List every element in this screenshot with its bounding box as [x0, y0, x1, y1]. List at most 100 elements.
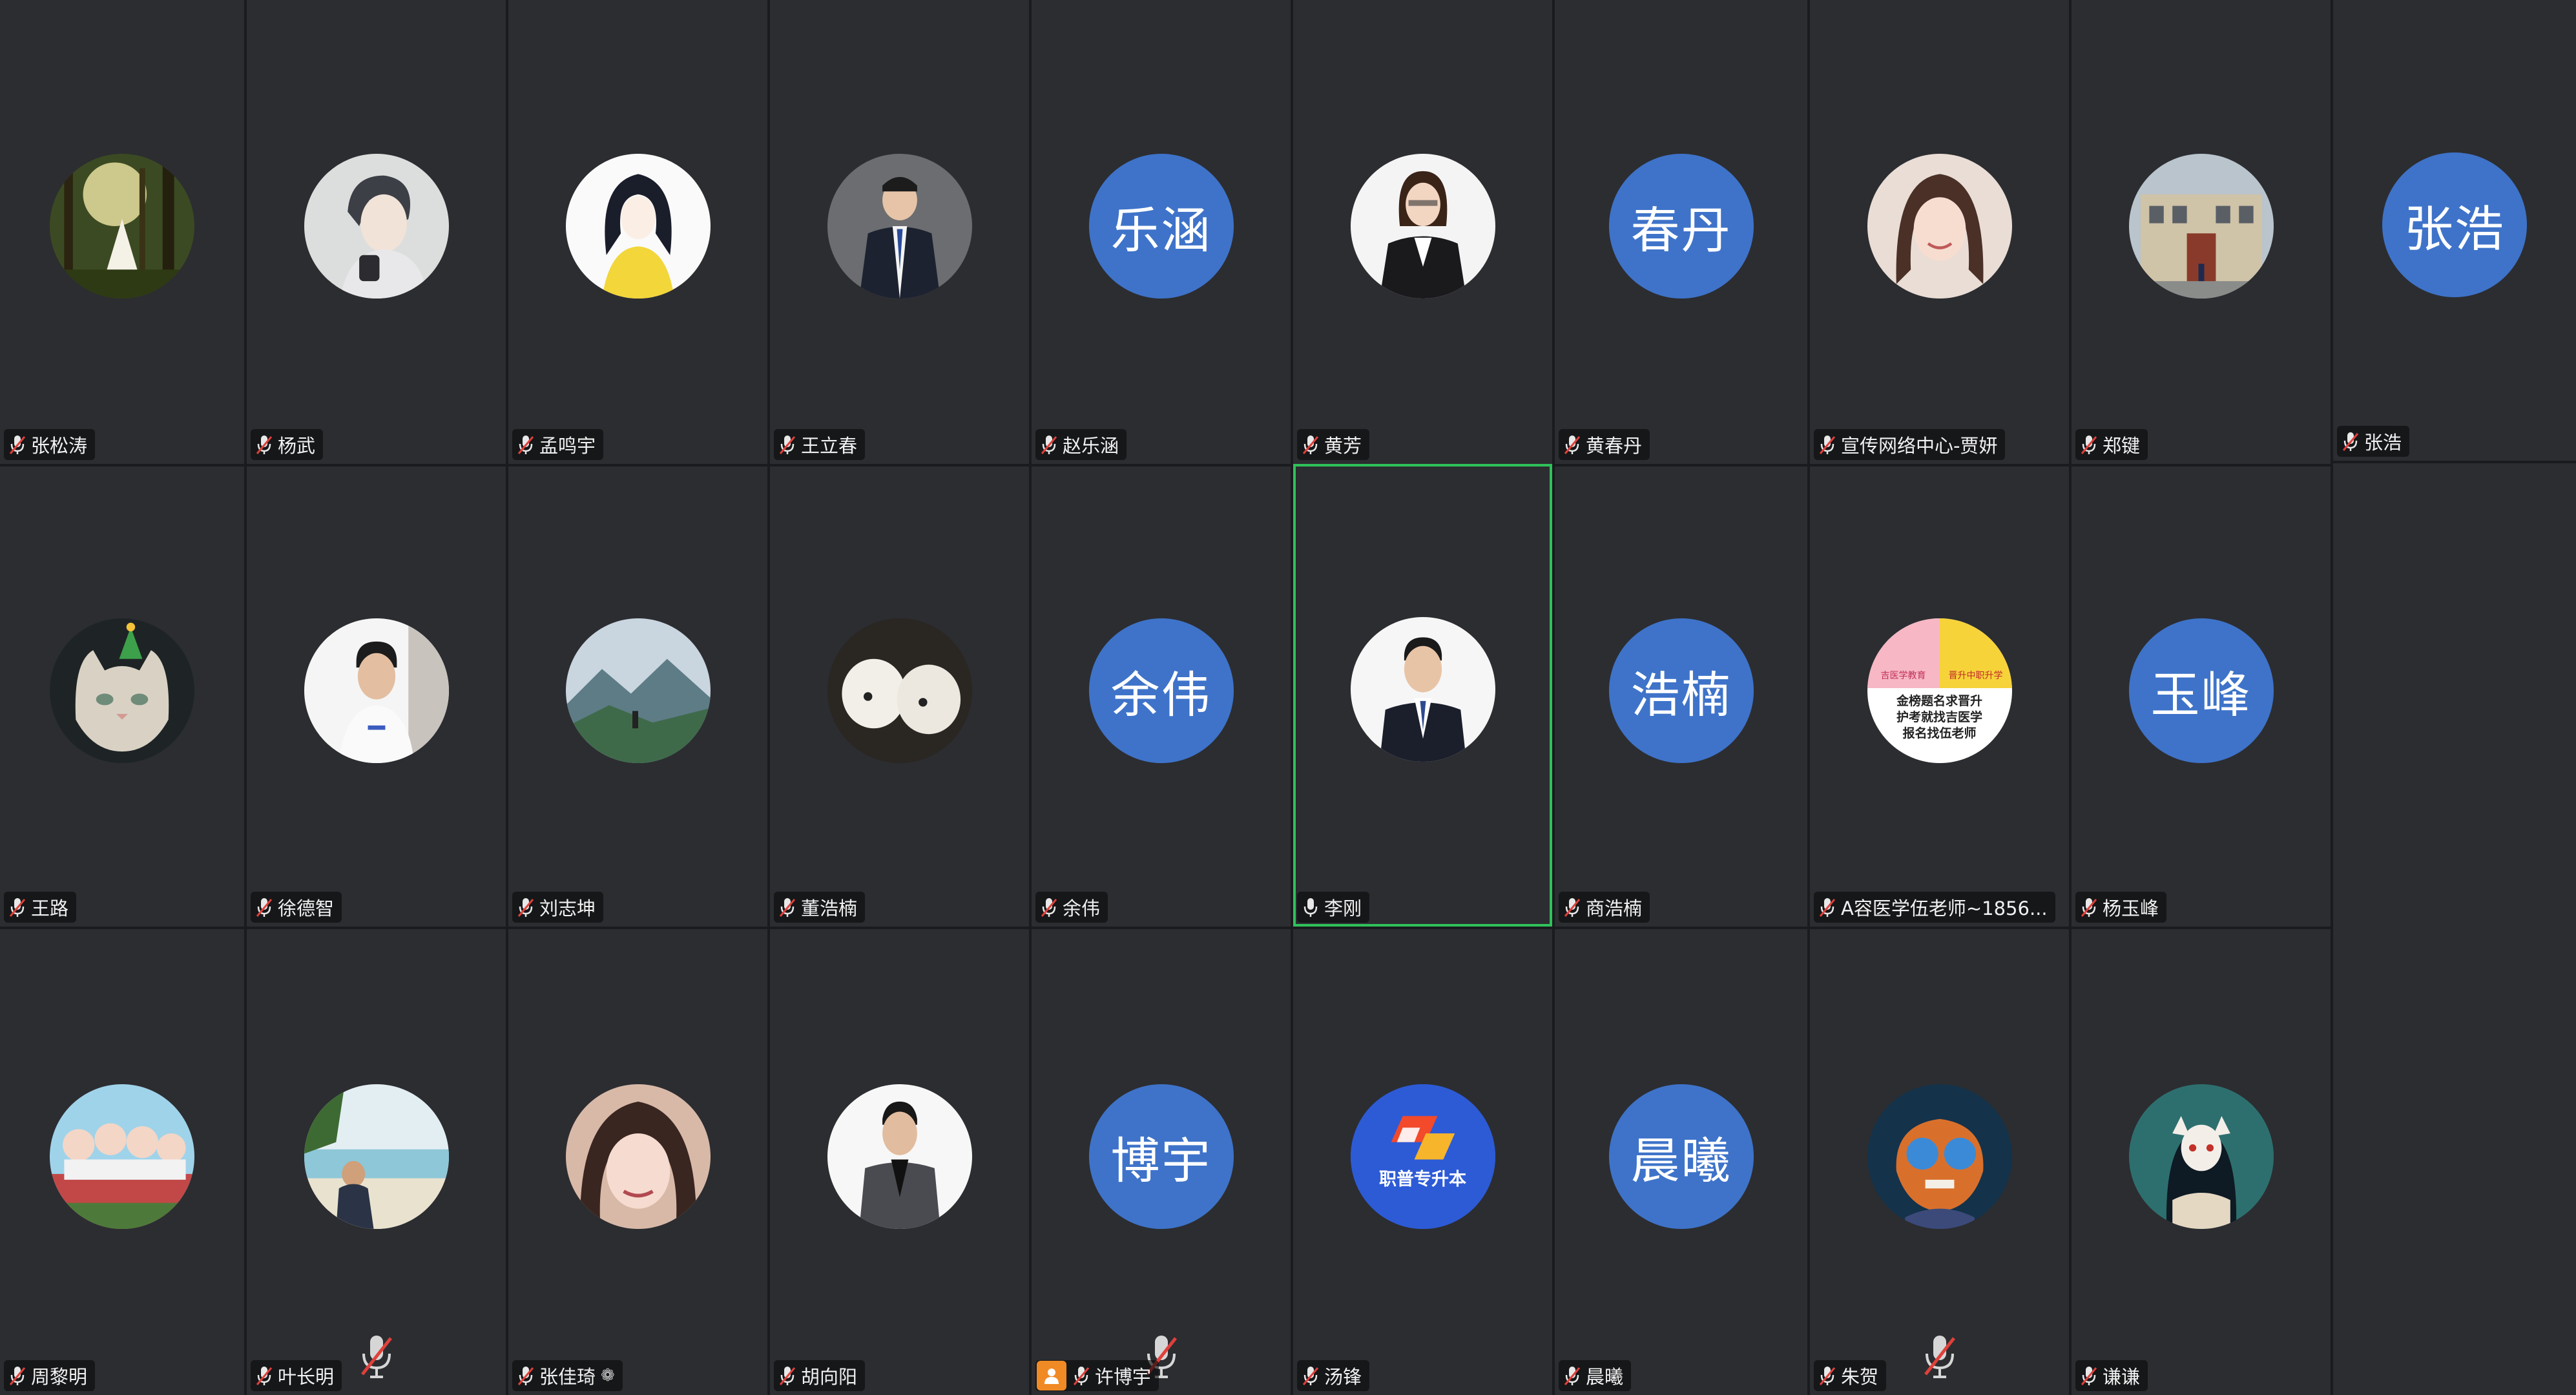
video-tile[interactable]: 张浩 张浩: [2333, 0, 2576, 461]
initials-avatar: 乐涵: [1088, 154, 1234, 299]
avatar-image: [2128, 154, 2274, 299]
mic-muted-icon: [779, 898, 796, 917]
video-tile[interactable]: 浩楠 商浩楠: [1555, 467, 1807, 927]
initials-avatar: 春丹: [1608, 154, 1754, 299]
avatar-image: [1867, 154, 2012, 299]
mic-muted-icon: [9, 435, 26, 454]
video-tile[interactable]: 玉峰 杨玉峰: [2072, 467, 2331, 927]
mic-muted-icon: [256, 898, 273, 917]
name-tag: 杨武: [251, 429, 324, 460]
video-tile[interactable]: 周黎明: [0, 929, 244, 1395]
mic-muted-icon: [1819, 435, 1836, 454]
name-tag: 刘志坤: [512, 892, 604, 923]
video-tile[interactable]: 董浩楠: [770, 467, 1029, 927]
participant-name: 叶长明: [278, 1366, 335, 1388]
name-tag: 周黎明: [4, 1360, 96, 1391]
avatar-image: [50, 618, 194, 763]
medical-ad-right-logo: 晋升中职升学: [1939, 618, 2012, 688]
initials-avatar: 博宇: [1088, 1084, 1234, 1229]
participant-name: 许博宇: [1095, 1366, 1152, 1388]
anime-girl-icon: [565, 154, 711, 299]
video-tile[interactable]: 宣传网络中心-贾妍: [1810, 0, 2069, 464]
mic-muted-icon: [256, 435, 273, 454]
video-tile[interactable]: 职普专升本 汤锋: [1293, 929, 1552, 1395]
name-tag: 胡向阳: [774, 1360, 866, 1391]
video-tile[interactable]: 余伟 余伟: [1032, 467, 1291, 927]
name-tag: 郑键: [2075, 429, 2148, 460]
avatar-image: [304, 618, 449, 763]
video-tile[interactable]: 张佳琦 ❁: [508, 929, 767, 1395]
forest-photo-icon: [50, 154, 194, 299]
mic-muted-icon: [2081, 435, 2097, 454]
name-tag: 李刚: [1297, 892, 1370, 923]
name-tag: 杨玉峰: [2075, 892, 2167, 923]
video-tile[interactable]: 黄芳: [1293, 0, 1552, 464]
participant-name: 黄芳: [1324, 435, 1362, 457]
name-tag: 叶长明: [251, 1360, 342, 1391]
video-tile[interactable]: 王立春: [770, 0, 1029, 464]
mic-muted-overlay-icon: [1924, 1336, 1955, 1378]
name-tag: 张浩: [2337, 426, 2410, 457]
mic-muted-icon: [1564, 1367, 1581, 1385]
participant-name: 宣传网络中心-贾妍: [1841, 435, 1998, 457]
name-tag: 张松涛: [4, 429, 96, 460]
video-tile[interactable]: 博宇 许博宇: [1032, 929, 1291, 1395]
anime-boy-icon: [304, 154, 449, 299]
mic-muted-icon: [779, 1367, 796, 1385]
mic-muted-icon: [2081, 898, 2097, 917]
mic-muted-icon: [9, 898, 26, 917]
video-tile[interactable]: 叶长明: [247, 929, 506, 1395]
participant-name: 张松涛: [31, 435, 88, 457]
video-tile[interactable]: 孟鸣宇: [508, 0, 767, 464]
avatar-image: [2128, 1084, 2274, 1229]
mic-muted-icon: [1041, 435, 1057, 454]
mic-on-icon: [1304, 898, 1318, 917]
video-tile[interactable]: 吉医学教育 晋升中职升学 金榜题名求晋升 护考就找吉医学 报名找伍老师 A容医学…: [1810, 467, 2069, 927]
medical-ad-left-logo: 吉医学教育: [1867, 618, 1940, 688]
avatar-image: [827, 154, 972, 299]
video-tile[interactable]: 春丹 黄春丹: [1555, 0, 1807, 464]
mic-muted-icon: [1819, 898, 1836, 917]
participant-name: 黄春丹: [1586, 435, 1643, 457]
mic-muted-overlay-icon: [360, 1336, 392, 1378]
participant-name: A容医学伍老师~1856...: [1841, 897, 2048, 919]
avatar-image: [565, 1084, 711, 1229]
name-tag: 张佳琦 ❁: [512, 1360, 623, 1391]
video-tile[interactable]: 乐涵 赵乐涵: [1032, 0, 1291, 464]
avatar-image: [827, 618, 972, 763]
initials-avatar: 晨曦: [1608, 1084, 1754, 1229]
video-tile-active-speaker[interactable]: 李刚: [1293, 464, 1552, 927]
participant-name: 余伟: [1063, 897, 1101, 919]
mic-muted-icon: [1073, 1367, 1090, 1385]
participant-name: 朱贺: [1841, 1366, 1879, 1388]
avatar-image: 职普专升本: [1350, 1084, 1495, 1229]
video-tile[interactable]: 徐德智: [247, 467, 506, 927]
name-tag: 晨曦: [1559, 1360, 1632, 1391]
video-tile[interactable]: 谦谦: [2072, 929, 2331, 1395]
video-tile[interactable]: 胡向阳: [770, 929, 1029, 1395]
man-in-suit-icon: [827, 154, 972, 299]
beach-photo-icon: [304, 1084, 449, 1229]
video-tile[interactable]: 杨武: [247, 0, 506, 464]
girl-selfie-icon: [565, 1084, 711, 1229]
name-tag: 谦谦: [2075, 1360, 2148, 1391]
avatar-image: [304, 154, 449, 299]
video-tile[interactable]: 刘志坤: [508, 467, 767, 927]
video-tile[interactable]: 郑键: [2072, 0, 2331, 464]
logo-zhiyu-icon: [1350, 1084, 1495, 1229]
mic-muted-icon: [1302, 435, 1319, 454]
name-tag: 许博宇: [1035, 1360, 1159, 1391]
video-tile[interactable]: 朱贺: [1810, 929, 2069, 1395]
avatar-image: 吉医学教育 晋升中职升学 金榜题名求晋升 护考就找吉医学 报名找伍老师: [1867, 618, 2012, 763]
mic-muted-icon: [1819, 1367, 1836, 1385]
mic-muted-icon: [2342, 432, 2359, 451]
video-tile[interactable]: 张松涛: [0, 0, 244, 464]
video-tile[interactable]: 晨曦 晨曦: [1555, 929, 1807, 1395]
mic-muted-icon: [517, 898, 534, 917]
participant-name: 张佳琦: [539, 1366, 596, 1388]
initials-avatar: 张浩: [2382, 152, 2527, 297]
video-tile[interactable]: 王路: [0, 467, 244, 927]
avatar-image: [1350, 154, 1495, 299]
avatar-image: [565, 618, 711, 763]
participant-name: 徐德智: [278, 897, 335, 919]
